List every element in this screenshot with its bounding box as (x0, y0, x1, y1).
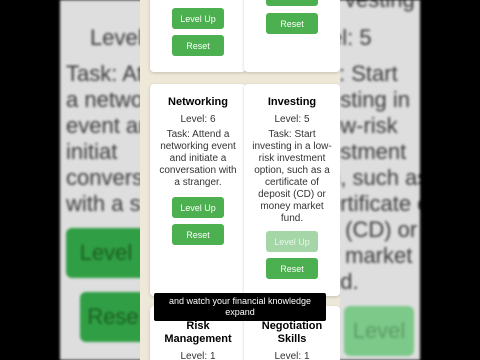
skill-level: Level: 5 (274, 114, 310, 125)
skill-card: Reset (244, 0, 340, 72)
skill-level: Level: 1 (274, 351, 310, 360)
bg-left-line: initiat (66, 139, 118, 164)
bg-reset-button: Rese (80, 292, 146, 342)
video-caption: and watch your financial knowledge expan… (154, 293, 326, 321)
bg-right-line: y market (328, 243, 413, 268)
skill-title: Investing (267, 96, 317, 108)
bg-level-up-button-disabled: Level Up (344, 306, 414, 356)
reset-button[interactable]: Reset (266, 258, 318, 279)
bg-left-line: convers (66, 165, 144, 190)
reset-button[interactable]: Reset (172, 224, 224, 245)
bg-right-line: ertificate of (328, 191, 420, 216)
video-frame: Level: 6 Task: At a network event an ini… (0, 0, 480, 360)
bg-left-line: Task: At (66, 61, 144, 86)
skill-level: Level: 6 (180, 114, 216, 125)
skill-level: Level: 1 (180, 351, 216, 360)
skill-card-networking: Networking Level: 6 Task: Attend a netwo… (150, 84, 246, 296)
reset-button[interactable]: Reset (172, 35, 224, 56)
skill-task: Task: Start investing in a low-risk inve… (252, 129, 332, 224)
bg-right-line: it (CD) or (328, 217, 418, 242)
level-up-button[interactable]: Level Up (172, 8, 224, 29)
skill-task: Task: Attend a networking event and init… (159, 129, 237, 188)
skill-title: Networking (168, 96, 228, 108)
skill-title: Negotiation Skills (261, 320, 323, 345)
skill-title: Risk Management (164, 320, 232, 345)
bg-right-line: esting in (328, 87, 410, 112)
reset-button[interactable]: Reset (266, 13, 318, 34)
bg-right-line: vesting (345, 0, 415, 12)
bg-left-line: event an (66, 113, 151, 138)
level-up-button-disabled: Level Up (266, 231, 318, 252)
level-up-button[interactable]: Level Up (172, 197, 224, 218)
bg-right-line: n, such as (328, 165, 420, 190)
bg-level-up-button: Level (66, 228, 146, 278)
skill-card: Level Up Reset (150, 0, 246, 72)
skill-card-investing: Investing Level: 5 Task: Start investing… (244, 84, 340, 296)
